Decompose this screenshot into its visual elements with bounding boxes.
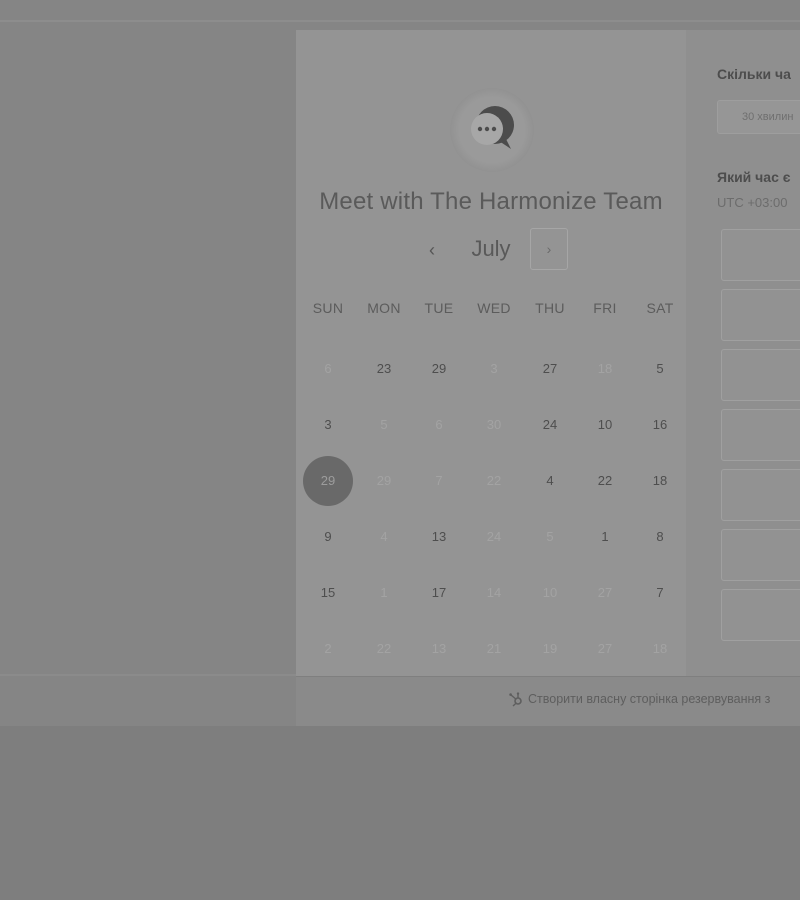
calendar-day[interactable]: 5: [635, 344, 685, 394]
footer-bar: Створити власну сторінка резервування з: [296, 676, 800, 726]
duration-question: Скільки ча: [717, 66, 791, 82]
calendar-day[interactable]: 13: [414, 512, 464, 562]
calendar-day: 14: [486, 585, 502, 600]
calendar-day[interactable]: 4: [525, 456, 575, 506]
calendar-day: 27: [597, 641, 613, 656]
weekday-header: WED: [477, 300, 511, 316]
time-slot[interactable]: [721, 589, 800, 641]
calendar-day[interactable]: 23: [359, 344, 409, 394]
weekday-header: SAT: [646, 300, 674, 316]
top-divider: [0, 20, 800, 22]
chat-bubble-icon: [471, 106, 514, 149]
left-divider: [0, 674, 296, 676]
calendar-day[interactable]: 18: [635, 456, 685, 506]
calendar-day: 1: [380, 585, 388, 600]
calendar-day: 3: [490, 361, 498, 376]
calendar-day: 22: [376, 641, 392, 656]
calendar-day: 6: [324, 361, 332, 376]
calendar-day: 2: [324, 641, 332, 656]
month-navigation: ‹ July ›: [296, 228, 686, 272]
calendar-day[interactable]: 24: [525, 400, 575, 450]
time-slot[interactable]: [721, 349, 800, 401]
hubspot-sprocket-icon: [509, 692, 522, 707]
calendar-day[interactable]: 15: [303, 568, 353, 618]
calendar-day[interactable]: 29: [414, 344, 464, 394]
time-selection-panel: Скільки ча 30 хвилин Який час є UTC +03:…: [686, 30, 800, 676]
duration-option-button[interactable]: 30 хвилин: [717, 100, 800, 134]
calendar-day[interactable]: 10: [580, 400, 630, 450]
calendar-day[interactable]: 3: [303, 400, 353, 450]
time-slot[interactable]: [721, 529, 800, 581]
calendar-day: 22: [486, 473, 502, 488]
calendar-day: 18: [597, 361, 613, 376]
calendar-day: 19: [542, 641, 558, 656]
calendar-day: 5: [546, 529, 554, 544]
calendar-day[interactable]: 22: [580, 456, 630, 506]
calendar-day: 21: [486, 641, 502, 656]
next-month-button[interactable]: ›: [530, 228, 568, 270]
time-question: Який час є: [717, 169, 791, 185]
calendar-day: 7: [435, 473, 443, 488]
calendar-day: 27: [597, 585, 613, 600]
time-slot[interactable]: [721, 469, 800, 521]
weekday-header: FRI: [593, 300, 617, 316]
weekday-header: THU: [535, 300, 565, 316]
calendar-card: Meet with The Harmonize Team ‹ July › SU…: [296, 30, 686, 676]
time-slot[interactable]: [721, 229, 800, 281]
calendar-day: 18: [652, 641, 668, 656]
timezone-label[interactable]: UTC +03:00: [717, 195, 787, 210]
month-label: July: [471, 236, 511, 261]
weekday-header: TUE: [424, 300, 454, 316]
calendar-day: 6: [435, 417, 443, 432]
calendar-day[interactable]: 16: [635, 400, 685, 450]
calendar-day: 10: [542, 585, 558, 600]
calendar-day[interactable]: 7: [635, 568, 685, 618]
calendar-day: 24: [486, 529, 502, 544]
calendar-day: 29: [376, 473, 392, 488]
calendar-day[interactable]: 27: [525, 344, 575, 394]
calendar-day: 30: [486, 417, 502, 432]
calendar-day[interactable]: 8: [635, 512, 685, 562]
avatar: [450, 88, 534, 172]
footer-link-text: Створити власну сторінка резервування з: [528, 692, 771, 706]
time-slot[interactable]: [721, 409, 800, 461]
weekday-header: SUN: [312, 300, 344, 316]
calendar-day: 5: [380, 417, 388, 432]
calendar-day[interactable]: 1: [580, 512, 630, 562]
calendar-day[interactable]: 17: [414, 568, 464, 618]
calendar-day: 13: [431, 641, 447, 656]
selected-day[interactable]: 29: [303, 456, 353, 506]
page-title: Meet with The Harmonize Team: [319, 188, 663, 215]
previous-month-button[interactable]: ‹: [420, 234, 444, 266]
calendar-day: 4: [380, 529, 388, 544]
create-booking-page-link[interactable]: Створити власну сторінка резервування з: [508, 691, 770, 707]
weekday-header: MON: [367, 300, 401, 316]
calendar-day[interactable]: 9: [303, 512, 353, 562]
time-slot[interactable]: [721, 289, 800, 341]
